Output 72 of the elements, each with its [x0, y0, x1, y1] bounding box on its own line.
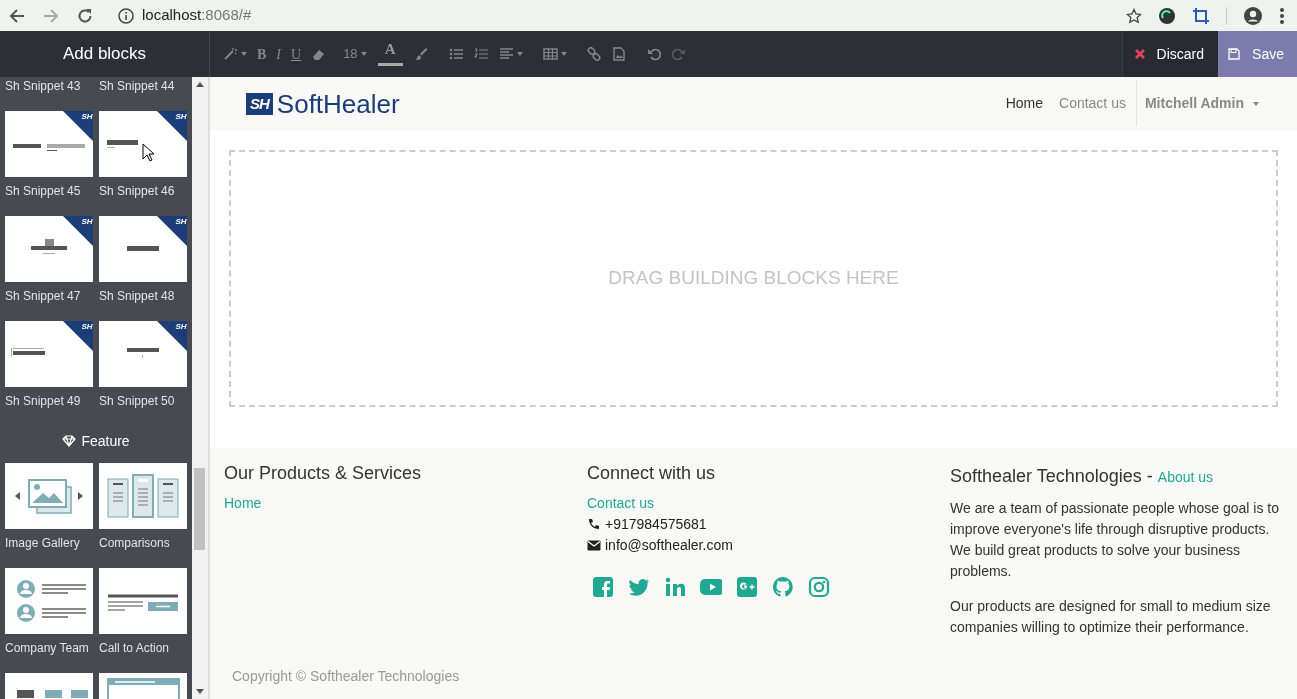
star-icon[interactable]: [1126, 7, 1142, 24]
numbered-list-icon: [473, 47, 489, 61]
account-icon[interactable]: [1243, 5, 1263, 26]
more-icon[interactable]: [1279, 6, 1285, 25]
phone-icon: [587, 517, 601, 531]
logo[interactable]: SH SoftHealer: [246, 90, 400, 117]
block-label: Image Gallery: [5, 535, 81, 551]
drop-zone-text: DRAG BUILDING BLOCKS HERE: [608, 266, 899, 291]
linkedin-icon[interactable]: [664, 575, 686, 598]
google-plus-icon[interactable]: [736, 575, 758, 598]
bold-button[interactable]: B: [252, 31, 272, 77]
caret-icon: [1253, 101, 1259, 106]
font-size-button[interactable]: 18: [331, 31, 372, 77]
bullet-list-icon: [448, 47, 464, 61]
logo-mark: SH: [246, 92, 273, 115]
back-icon[interactable]: [8, 6, 26, 25]
paragraph: Our products are designed for small to medium size companies willing to optimize their performance.: [950, 597, 1272, 637]
scroll-down-icon[interactable]: [196, 689, 204, 694]
block-label: Call to Action: [99, 640, 171, 656]
image-icon: [611, 47, 627, 61]
underline-button[interactable]: U: [286, 31, 307, 77]
envelope-icon: [587, 538, 601, 552]
footer-heading: Our Products & Services: [224, 463, 423, 485]
close-icon: [1134, 49, 1145, 59]
italic-button[interactable]: I: [271, 31, 286, 77]
block-label: Sh Snippet 45: [5, 183, 82, 199]
section-title: Feature: [81, 432, 130, 451]
block-label: Sh Snippet 48: [99, 288, 176, 304]
brush-icon: [413, 47, 429, 61]
eraser-icon: [311, 47, 327, 61]
instagram-icon[interactable]: [808, 575, 830, 598]
block-label: Sh Snippet 46: [99, 183, 176, 199]
crop-icon[interactable]: [1192, 6, 1210, 25]
table-icon: [542, 47, 558, 61]
align-icon: [498, 47, 514, 61]
copyright-text: Copyright © Softhealer Technologies: [232, 667, 460, 686]
discard-button[interactable]: Discard: [1121, 31, 1219, 77]
about-link[interactable]: About us: [1157, 469, 1214, 485]
undo-icon: [646, 47, 662, 61]
paragraph: We are a team of passionate people whose goal is to improve everyone's life through disruptive products. We build great products to solve your business problems.: [950, 499, 1280, 581]
diamond-icon: [62, 435, 77, 447]
block-label: Sh Snippet 43: [5, 78, 82, 94]
block-label: Company Team: [5, 640, 90, 656]
facebook-icon[interactable]: [592, 575, 614, 598]
scrollbar-thumb[interactable]: [194, 468, 205, 550]
footer-heading: Softhealer Technologies - About us: [950, 465, 1215, 488]
logo-text: SoftHealer: [276, 90, 400, 117]
text-color-button[interactable]: A: [371, 31, 409, 77]
block-label: Sh Snippet 49: [5, 393, 82, 409]
block-label: Comparisons: [99, 535, 171, 551]
redo-icon: [671, 47, 687, 61]
phone-text: +917984575681: [605, 514, 707, 534]
cursor-icon: [142, 143, 154, 162]
footer-link[interactable]: Contact us: [587, 494, 654, 511]
block-label: Sh Snippet 44: [99, 78, 176, 94]
block-label: Sh Snippet 50: [99, 393, 176, 409]
extension-icon[interactable]: [1158, 6, 1176, 25]
save-button[interactable]: Save: [1218, 31, 1297, 77]
footer-link[interactable]: Home: [224, 494, 262, 511]
email-text: info@softhealer.com: [605, 535, 733, 555]
link-icon: [586, 47, 602, 61]
user-menu[interactable]: Mitchell Admin: [1135, 81, 1259, 126]
block-label: Sh Snippet 47: [5, 288, 82, 304]
nav-link[interactable]: Contact us: [1051, 93, 1134, 114]
nav-link[interactable]: Home: [997, 93, 1051, 114]
scroll-up-icon[interactable]: [196, 82, 204, 87]
reload-icon[interactable]: [76, 6, 94, 25]
wand-icon: [223, 47, 238, 61]
info-icon[interactable]: [118, 7, 134, 24]
github-icon[interactable]: [772, 575, 794, 598]
footer-heading: Connect with us: [587, 463, 717, 485]
url-field[interactable]: localhost:8068/#: [142, 4, 252, 27]
